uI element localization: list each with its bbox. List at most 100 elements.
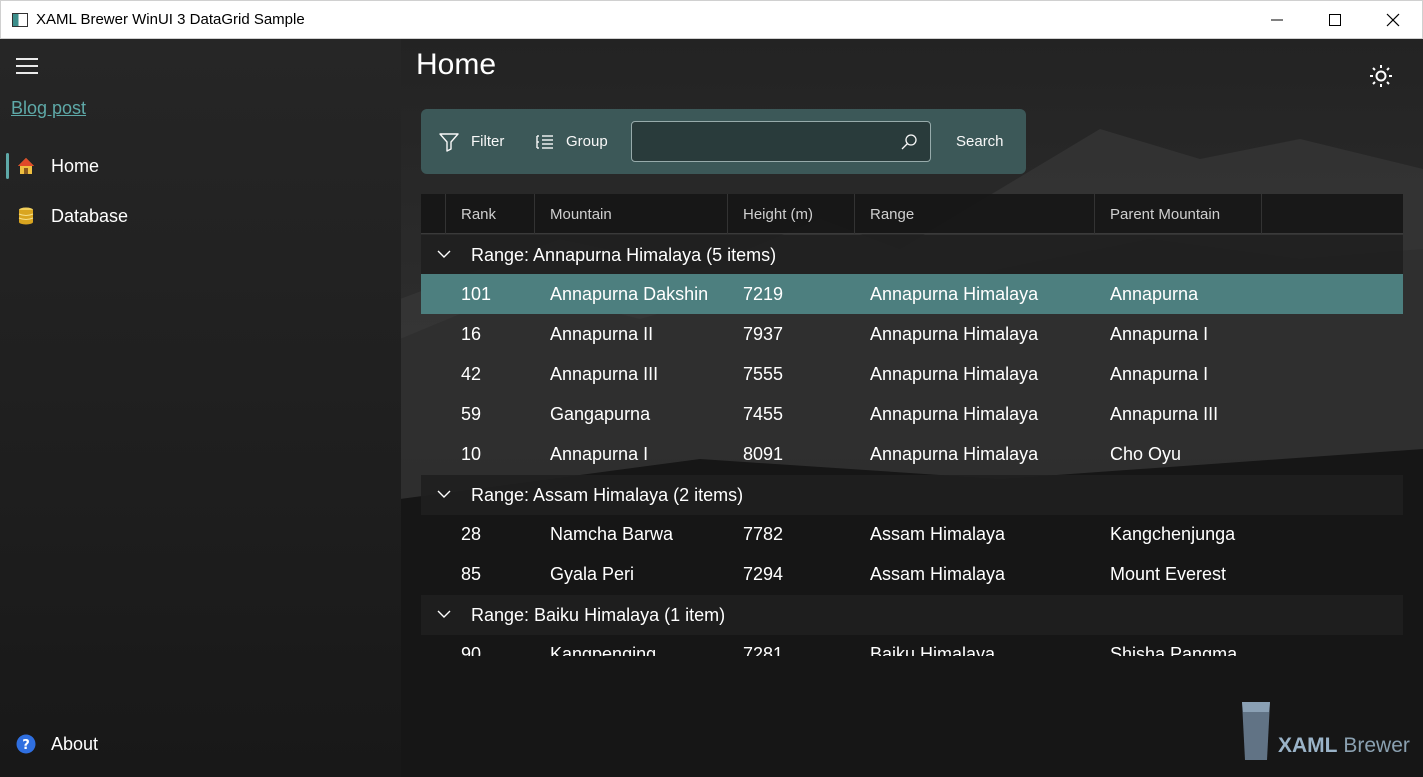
blog-post-link[interactable]: Blog post	[11, 98, 86, 119]
cell-mountain: Gyala Peri	[550, 564, 635, 584]
cell-parent: Kangchenjunga	[1110, 524, 1236, 544]
cell-height: 7782	[743, 524, 784, 544]
cell-height: 7937	[743, 324, 784, 344]
nav-item-database[interactable]: Database	[0, 196, 401, 236]
cell-range: Annapurna Himalaya	[870, 404, 1039, 424]
column-header-mountain[interactable]: Mountain	[534, 194, 727, 234]
group-header-row[interactable]: Range: Annapurna Himalaya (5 items)	[421, 235, 1403, 275]
column-header-parent-mountain[interactable]: Parent Mountain	[1094, 194, 1262, 234]
close-icon	[1386, 13, 1400, 26]
group-button[interactable]: Group	[536, 109, 608, 174]
cell-rank: 28	[461, 524, 482, 544]
cell-range: Assam Himalaya	[870, 564, 1006, 584]
cell-mountain: Annapurna II	[550, 324, 654, 344]
cell-height: 7294	[743, 564, 784, 584]
cell-rank: 16	[461, 324, 482, 344]
hamburger-menu-button[interactable]	[16, 58, 38, 74]
command-bar: Filter Group Search	[421, 109, 1026, 174]
maximize-button[interactable]	[1306, 0, 1364, 39]
cell-parent: Annapurna	[1110, 284, 1199, 304]
page-title: Home	[416, 48, 497, 81]
nav-item-label: About	[51, 733, 99, 754]
table-row[interactable]: 28 Namcha Barwa 7782 Assam Himalaya Kang…	[421, 514, 1403, 554]
chevron-down-icon[interactable]	[437, 609, 451, 619]
cell-height: 7281	[743, 644, 784, 656]
search-icon[interactable]	[900, 133, 918, 151]
table-row[interactable]: 59 Gangapurna 7455 Annapurna Himalaya An…	[421, 394, 1403, 434]
search-button-label: Search	[956, 133, 1004, 150]
cell-range: Annapurna Himalaya	[870, 284, 1039, 304]
cell-range: Assam Himalaya	[870, 524, 1006, 544]
column-header-rank[interactable]: Rank	[445, 194, 535, 234]
cell-height: 7455	[743, 404, 784, 424]
cell-height: 8091	[743, 444, 784, 464]
nav-item-label: Home	[51, 155, 100, 176]
chevron-down-icon[interactable]	[437, 489, 451, 499]
xaml-brewer-logo: XAML Brewer	[1240, 700, 1410, 762]
cell-mountain: Annapurna III	[550, 364, 659, 384]
window-title: XAML Brewer WinUI 3 DataGrid Sample	[36, 11, 305, 28]
app-icon	[12, 12, 28, 27]
search-box[interactable]	[631, 121, 931, 162]
nav-item-about[interactable]: ? About	[0, 724, 401, 764]
filter-icon	[439, 132, 459, 152]
table-row[interactable]: 90 Kangpenqing 7281 Baiku Himalaya Shish…	[421, 634, 1403, 656]
maximize-icon	[1329, 13, 1341, 26]
cell-rank: 85	[461, 564, 482, 584]
data-grid: Rank Mountain Height (m) Range Parent Mo…	[421, 194, 1403, 656]
cell-parent: Mount Everest	[1110, 564, 1227, 584]
cell-height: 7555	[743, 364, 784, 384]
table-row[interactable]: 16 Annapurna II 7937 Annapurna Himalaya …	[421, 314, 1403, 354]
group-header-label: Range: Annapurna Himalaya (5 items)	[471, 244, 777, 265]
database-icon	[18, 207, 34, 225]
svg-text:?: ?	[22, 738, 30, 753]
group-list-icon	[536, 134, 553, 149]
group-header-row[interactable]: Range: Baiku Himalaya (1 item)	[421, 595, 1403, 635]
nav-item-home[interactable]: Home	[0, 146, 401, 186]
theme-toggle-icon[interactable]	[1369, 64, 1393, 88]
minimize-icon	[1271, 19, 1283, 20]
cell-mountain: Gangapurna	[550, 404, 651, 424]
table-row[interactable]: 85 Gyala Peri 7294 Assam Himalaya Mount …	[421, 554, 1403, 594]
group-header-label: Range: Baiku Himalaya (1 item)	[471, 604, 726, 625]
close-button[interactable]	[1364, 0, 1422, 39]
group-header-label: Range: Assam Himalaya (2 items)	[471, 484, 744, 505]
minimize-button[interactable]	[1248, 0, 1306, 39]
logo-text: XAML Brewer	[1278, 734, 1410, 757]
cell-rank: 42	[461, 364, 482, 384]
cell-rank: 10	[461, 444, 482, 464]
table-row[interactable]: 101 Annapurna Dakshin 7219 Annapurna Him…	[421, 274, 1403, 314]
cell-range: Baiku Himalaya	[870, 644, 996, 656]
group-header-row[interactable]: Range: Assam Himalaya (2 items)	[421, 475, 1403, 515]
group-label: Group	[566, 133, 608, 150]
cell-height: 7219	[743, 284, 784, 304]
cell-mountain: Kangpenqing	[550, 644, 657, 656]
column-header-range[interactable]: Range	[854, 194, 1095, 234]
cell-mountain: Namcha Barwa	[550, 524, 674, 544]
table-row[interactable]: 42 Annapurna III 7555 Annapurna Himalaya…	[421, 354, 1403, 394]
cell-parent: Cho Oyu	[1110, 444, 1182, 464]
filter-button[interactable]: Filter	[439, 109, 504, 174]
filter-label: Filter	[471, 133, 505, 150]
chevron-down-icon[interactable]	[437, 249, 451, 259]
cell-parent: Annapurna III	[1110, 404, 1219, 424]
cell-mountain: Annapurna I	[550, 444, 649, 464]
cell-parent: Annapurna I	[1110, 324, 1209, 344]
grid-header: Rank Mountain Height (m) Range Parent Mo…	[421, 194, 1403, 234]
cell-range: Annapurna Himalaya	[870, 324, 1039, 344]
nav-item-label: Database	[51, 205, 129, 226]
cell-rank: 90	[461, 644, 482, 656]
cell-rank: 59	[461, 404, 482, 424]
cell-parent: Annapurna I	[1110, 364, 1209, 384]
title-bar: XAML Brewer WinUI 3 DataGrid Sample	[0, 0, 1423, 39]
cell-range: Annapurna Himalaya	[870, 364, 1039, 384]
search-button[interactable]: Search	[956, 109, 1004, 174]
column-header-height[interactable]: Height (m)	[727, 194, 855, 234]
beer-glass-icon	[1242, 702, 1270, 760]
cell-rank: 101	[461, 284, 492, 304]
cell-range: Annapurna Himalaya	[870, 444, 1039, 464]
cell-mountain: Annapurna Dakshin	[550, 284, 709, 304]
cell-parent: Shisha Pangma	[1110, 644, 1238, 656]
table-row[interactable]: 10 Annapurna I 8091 Annapurna Himalaya C…	[421, 434, 1403, 474]
search-input[interactable]	[640, 130, 890, 154]
